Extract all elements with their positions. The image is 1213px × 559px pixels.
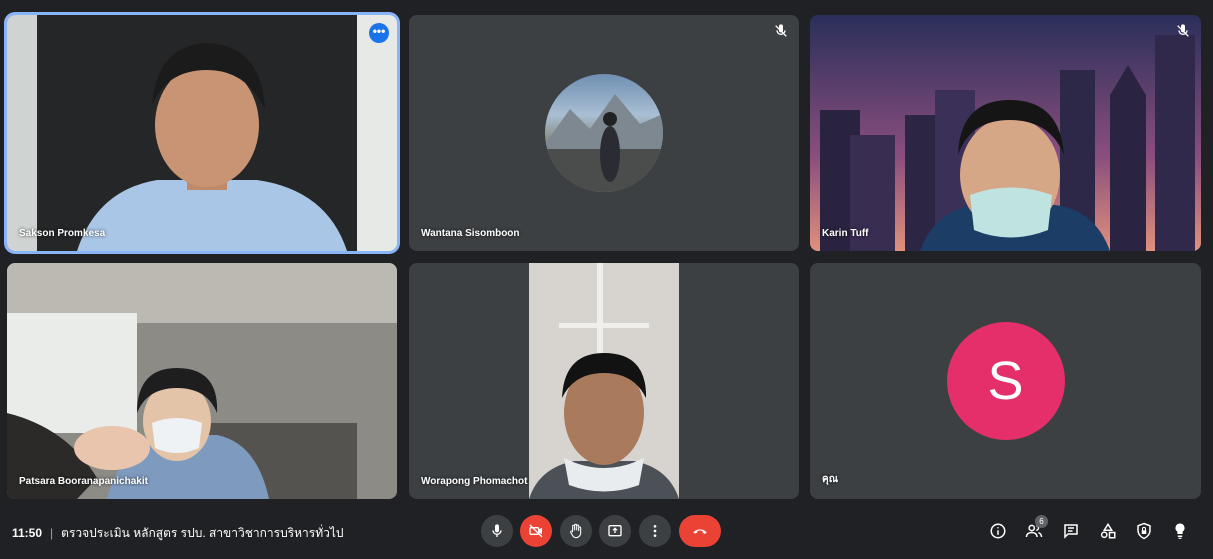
participant-tile-patsara[interactable]: Patsara Booranapanichakit <box>7 263 397 499</box>
participant-video <box>810 15 1201 251</box>
participant-count-badge: 6 <box>1035 515 1048 528</box>
meeting-toolbar: 11:50 | ตรวจประเมิน หลักสูตร รปบ. สาขาวิชา… <box>0 504 1213 559</box>
participant-tile-karin[interactable]: Karin Tuff <box>810 15 1201 251</box>
meeting-details[interactable]: 11:50 | ตรวจประเมิน หลักสูตร รปบ. สาขาวิชา… <box>12 524 344 543</box>
participant-name: Patsara Booranapanichakit <box>19 476 148 487</box>
activities-button[interactable] <box>1097 520 1119 542</box>
participant-tile-self[interactable]: S คุณ <box>810 263 1201 499</box>
meeting-separator: | <box>50 526 54 540</box>
more-options-icon <box>653 525 657 537</box>
participant-initial-avatar: S <box>946 322 1065 440</box>
present-screen-button[interactable] <box>599 515 631 547</box>
host-controls-button[interactable] <box>1133 520 1155 542</box>
mic-muted-icon <box>775 24 787 37</box>
more-options-button[interactable]: ••• <box>369 23 389 43</box>
meeting-details-button[interactable] <box>987 520 1009 542</box>
hang-up-icon <box>693 529 707 534</box>
present-screen-icon <box>608 525 622 537</box>
leave-call-button[interactable] <box>679 515 721 547</box>
meeting-time: 11:50 <box>12 526 43 540</box>
camera-off-icon <box>529 524 543 538</box>
camera-button[interactable] <box>520 515 552 547</box>
participant-name: Worapong Phomachot <box>421 476 528 487</box>
participant-name: Karin Tuff <box>822 228 869 239</box>
participant-name: คุณ <box>822 474 838 485</box>
chat-button[interactable] <box>1060 520 1082 542</box>
lightbulb-icon <box>1175 523 1185 539</box>
participant-name: Wantana Sisomboon <box>421 228 520 239</box>
host-controls-icon <box>1137 522 1151 540</box>
participant-tile-sakson[interactable]: ••• Sakson Promkesa <box>7 15 397 251</box>
chat-icon <box>1064 524 1078 539</box>
activities-icon <box>1100 522 1116 539</box>
people-button[interactable]: 6 <box>1023 515 1048 542</box>
info-icon <box>990 523 1006 539</box>
participant-video <box>529 263 679 499</box>
participant-tile-worapong[interactable]: Worapong Phomachot <box>409 263 799 499</box>
microphone-icon <box>492 524 502 537</box>
participant-name: Sakson Promkesa <box>19 228 106 239</box>
microphone-button[interactable] <box>481 515 513 547</box>
participant-tile-wantana[interactable]: Wantana Sisomboon <box>409 15 799 251</box>
participant-video <box>7 263 397 499</box>
lightbulb-button[interactable] <box>1169 520 1191 542</box>
participant-video <box>7 15 397 251</box>
mic-muted-icon <box>1177 24 1189 37</box>
raise-hand-button[interactable] <box>560 515 592 547</box>
meeting-title: ตรวจประเมิน หลักสูตร รปบ. สาขาวิชาการบริ… <box>61 526 344 540</box>
participant-avatar-photo <box>545 74 663 192</box>
raise-hand-icon <box>570 523 582 539</box>
more-options-button[interactable] <box>639 515 671 547</box>
